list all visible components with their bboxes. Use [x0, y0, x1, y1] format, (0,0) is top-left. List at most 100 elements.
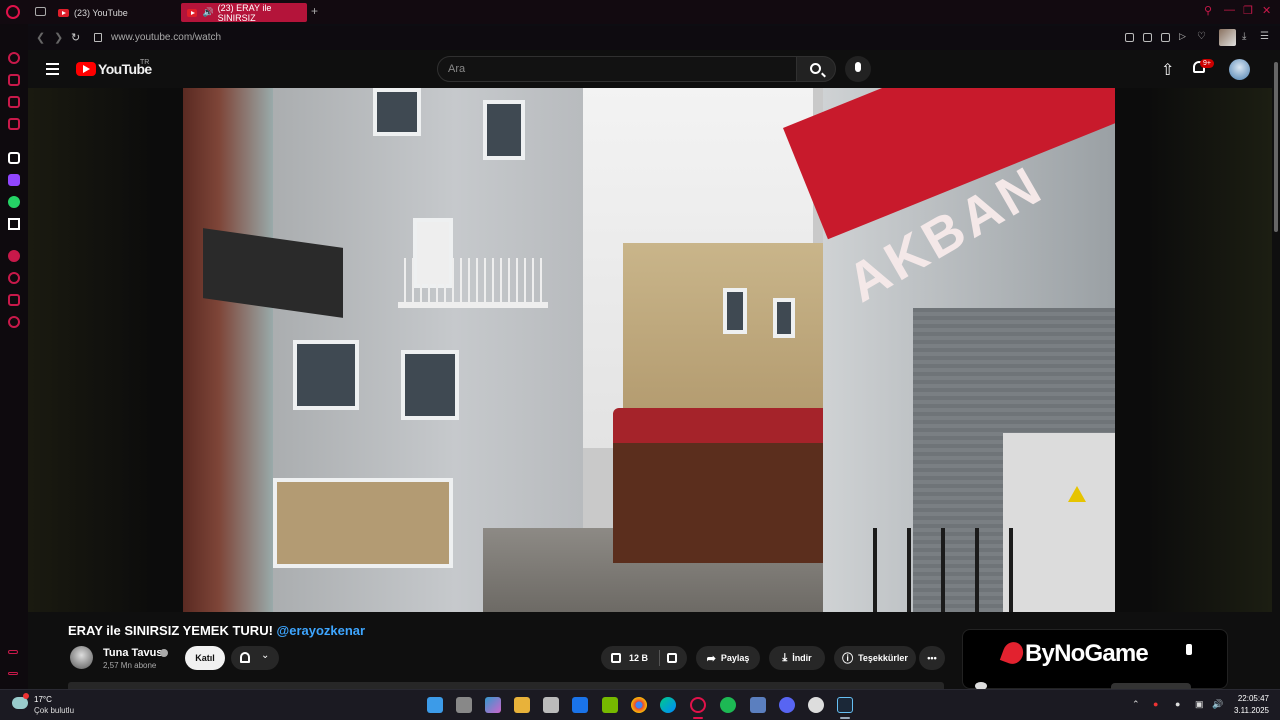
video-popout-icon[interactable]: ▷ [1179, 31, 1188, 41]
page-scrollbar[interactable] [1272, 50, 1280, 689]
microsoft-store-icon[interactable] [543, 697, 559, 713]
create-upload-icon[interactable]: ⇧ [1161, 60, 1174, 80]
gx-control-icon[interactable] [8, 52, 20, 64]
app-icon[interactable] [750, 697, 766, 713]
search-button[interactable] [796, 56, 836, 82]
browser-tab-bar: (23) YouTube 🔊 (23) ERAY ile SINIRSIZ + … [0, 0, 1280, 24]
microphone-icon[interactable]: ● [1175, 699, 1180, 709]
maximize-button[interactable]: ❐ [1243, 4, 1253, 17]
volume-icon[interactable]: 🔊 [1212, 699, 1223, 710]
back-button[interactable]: ❮ [36, 31, 45, 44]
easy-setup-icon[interactable]: ☰ [1260, 31, 1269, 42]
file-explorer-icon[interactable] [514, 697, 530, 713]
balcony-railing [398, 258, 548, 308]
task-view-icon[interactable] [456, 697, 472, 713]
discord-icon[interactable] [779, 697, 795, 713]
tray-overflow-icon[interactable]: ⌃ [1132, 699, 1140, 710]
url-field[interactable]: www.youtube.com/watch [111, 32, 221, 43]
join-button[interactable]: Katıl [185, 646, 225, 670]
speaker-icon[interactable]: 🔊 [202, 7, 213, 18]
bookmark-icon[interactable] [1125, 33, 1134, 42]
tray-app-icon[interactable]: ● [1153, 699, 1158, 709]
minimize-button[interactable]: — [1224, 4, 1235, 16]
tab-label: (23) YouTube [74, 7, 128, 18]
adblock-icon[interactable] [1161, 33, 1170, 42]
outlook-icon[interactable] [572, 697, 588, 713]
channel-avatar[interactable] [70, 646, 93, 669]
more-actions-button[interactable]: ••• [919, 646, 945, 670]
notification-badge: 9+ [1200, 59, 1214, 68]
video-player-area[interactable]: AKBAN [28, 88, 1272, 612]
weather-alert-badge [23, 693, 29, 699]
lock-icon[interactable] [94, 33, 102, 42]
search-tabs-icon[interactable]: ⚲ [1204, 4, 1212, 17]
menu-icon[interactable] [46, 63, 59, 78]
network-icon[interactable]: ▣ [1195, 699, 1204, 710]
search-input[interactable] [438, 57, 768, 81]
share-button[interactable]: ➦ Paylaş [696, 646, 760, 670]
music-icon[interactable] [8, 250, 20, 262]
subscription-bell-button[interactable]: ⌄ [231, 646, 279, 670]
heart-icon[interactable]: ♡ [1197, 31, 1206, 42]
gx-cleaner-icon[interactable] [8, 96, 20, 108]
github-icon[interactable] [808, 697, 824, 713]
user-avatar[interactable] [1229, 59, 1250, 80]
mention-link[interactable]: @erayozkenar [277, 623, 366, 638]
download-label: İndir [792, 653, 812, 663]
window [373, 88, 421, 136]
snapshot-icon[interactable] [1143, 33, 1152, 42]
browser-sidebar [0, 24, 28, 689]
gx-corner-icon[interactable] [8, 74, 20, 86]
aria-icon[interactable] [8, 152, 20, 164]
like-icon[interactable] [611, 653, 621, 663]
scrollbar-thumb[interactable] [1274, 62, 1278, 232]
nvidia-icon[interactable] [602, 697, 618, 713]
window [723, 288, 747, 334]
voice-search-button[interactable] [845, 56, 871, 82]
copilot-icon[interactable] [485, 697, 501, 713]
forward-button[interactable]: ❯ [54, 31, 63, 44]
youtube-masthead: YouTube TR ⇧ 9+ [28, 50, 1272, 88]
twitch-icon[interactable] [8, 174, 20, 186]
spotify-icon[interactable] [720, 697, 736, 713]
clock-time[interactable]: 22:05:47 [1229, 694, 1269, 703]
opera-gx-taskbar-icon[interactable] [690, 697, 706, 713]
youtube-favicon-icon [58, 8, 69, 17]
like-count[interactable]: 12 B [629, 653, 648, 663]
tab-video-active[interactable]: 🔊 (23) ERAY ile SINIRSIZ [181, 2, 307, 23]
download-icon[interactable]: ⤓ [1242, 31, 1251, 42]
video-frame[interactable]: AKBAN [183, 88, 1115, 612]
tab-youtube[interactable]: (23) YouTube [52, 3, 172, 22]
more-actions-label: ••• [927, 653, 937, 663]
x-twitter-icon[interactable] [8, 218, 20, 230]
settings-icon[interactable] [8, 316, 20, 328]
temperature[interactable]: 17°C [34, 695, 52, 704]
reload-button[interactable]: ↻ [71, 31, 80, 44]
more-sidebar-icon[interactable] [8, 672, 18, 675]
tab-label: (23) ERAY ile SINIRSIZ [217, 2, 272, 23]
sponsored-ad-card[interactable]: ByNoGame [962, 629, 1228, 689]
channel-name[interactable]: Tuna Tavus [103, 647, 163, 659]
edge-icon[interactable] [660, 697, 676, 713]
youtube-logo-icon[interactable] [76, 62, 96, 76]
window [293, 340, 359, 410]
download-button[interactable]: ⤓ İndir [769, 646, 825, 670]
clock-date[interactable]: 3.11.2025 [1229, 706, 1269, 715]
cafe-front [613, 443, 853, 563]
windows-start-icon[interactable] [427, 697, 443, 713]
history-icon[interactable] [8, 272, 20, 284]
extensions-icon[interactable] [8, 294, 20, 306]
chrome-icon[interactable] [631, 697, 647, 713]
close-button[interactable]: ✕ [1262, 4, 1271, 17]
tab-overview-icon[interactable] [35, 7, 46, 16]
thanks-button[interactable]: ⓘ Teşekkürler [834, 646, 916, 670]
new-tab-button[interactable]: + [311, 4, 318, 18]
weather-condition[interactable]: Çok bulutlu [34, 706, 74, 715]
opera-gx-logo-icon[interactable] [6, 5, 20, 19]
dislike-icon[interactable] [667, 653, 677, 663]
player-icon[interactable] [8, 118, 20, 130]
bell-icon [240, 652, 250, 663]
whatsapp-icon[interactable] [8, 196, 20, 208]
profile-thumbnail[interactable] [1219, 29, 1236, 46]
steam-icon[interactable] [837, 697, 853, 713]
